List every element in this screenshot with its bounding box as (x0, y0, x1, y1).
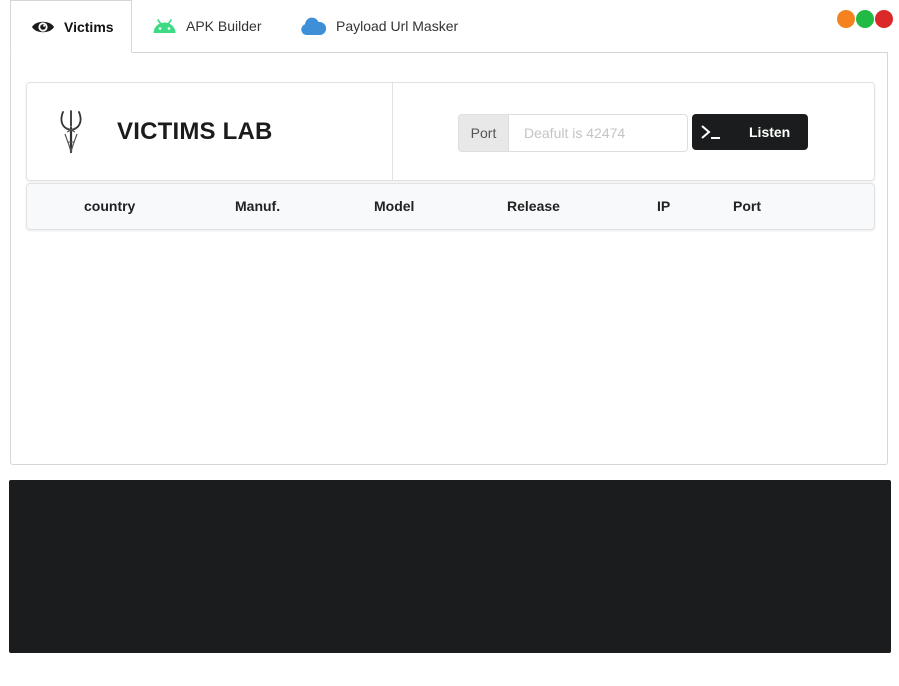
page-title: VICTIMS LAB (117, 117, 273, 145)
close-button[interactable] (875, 10, 893, 28)
victims-lab-header: VICTIMS LAB Port Listen (26, 82, 875, 181)
log-console[interactable] (9, 480, 891, 653)
victims-table-header: country Manuf. Model Release IP Port (26, 183, 875, 230)
listen-button[interactable]: Listen (692, 114, 808, 150)
tab-victims-label: Victims (64, 18, 114, 35)
window-controls (836, 10, 893, 28)
column-model: Model (374, 198, 415, 214)
tab-apk-builder-label: APK Builder (186, 18, 262, 34)
cloud-icon (300, 16, 327, 36)
port-label: Port (458, 114, 508, 152)
tab-bar: Victims APK Builder Payload Url Masker (10, 0, 890, 53)
trident-logo (60, 109, 82, 153)
victims-panel: VICTIMS LAB Port Listen country Manuf. M… (10, 52, 888, 465)
column-country: country (84, 198, 136, 214)
port-input[interactable] (508, 114, 688, 152)
listener-section: Port Listen (393, 83, 874, 180)
column-release: Release (507, 198, 560, 214)
terminal-icon (701, 125, 720, 139)
column-ip: IP (657, 198, 671, 214)
listen-button-label: Listen (749, 124, 791, 140)
tab-payload-url-masker-label: Payload Url Masker (336, 18, 459, 34)
minimize-button[interactable] (837, 10, 855, 28)
eye-icon (31, 19, 55, 35)
android-icon (152, 18, 177, 34)
tab-apk-builder[interactable]: APK Builder (152, 0, 261, 52)
brand-section: VICTIMS LAB (27, 83, 393, 180)
column-manufacturer: Manuf. (235, 198, 281, 214)
port-input-group: Port (458, 114, 688, 152)
tab-payload-url-masker[interactable]: Payload Url Masker (300, 0, 458, 52)
column-port: Port (733, 198, 761, 214)
tab-victims[interactable]: Victims (10, 0, 132, 53)
maximize-button[interactable] (856, 10, 874, 28)
